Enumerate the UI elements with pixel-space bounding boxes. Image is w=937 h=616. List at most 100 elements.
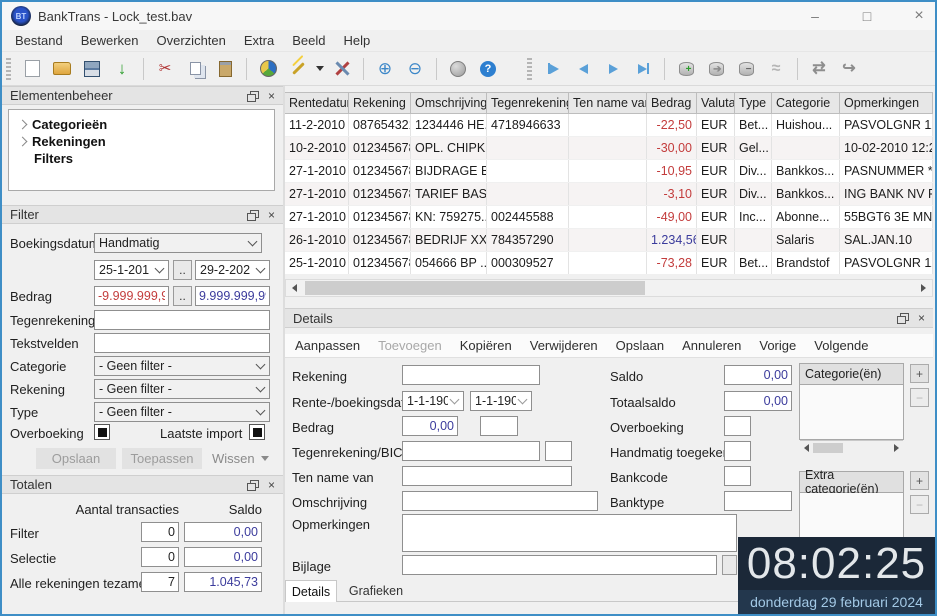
banktype-box[interactable] xyxy=(724,491,792,511)
minimize-button[interactable]: – xyxy=(798,2,832,30)
column-header[interactable]: Type xyxy=(735,92,772,114)
help-button[interactable]: ? xyxy=(473,56,503,82)
open-file-button[interactable] xyxy=(47,56,77,82)
tegenrekening-input[interactable] xyxy=(94,310,270,330)
wizard-button[interactable] xyxy=(283,56,313,82)
tree-item-rekeningen[interactable]: Rekeningen xyxy=(17,133,274,150)
charts-button[interactable] xyxy=(253,56,283,82)
extra-categorie-listbox[interactable] xyxy=(799,493,904,543)
action-volgende[interactable]: Volgende xyxy=(814,338,868,353)
tegenrekening-detail-input[interactable] xyxy=(402,441,540,461)
maximize-button[interactable]: □ xyxy=(850,2,884,30)
toolbar-grip[interactable] xyxy=(527,58,532,80)
column-header[interactable]: Bedrag xyxy=(647,92,697,114)
zoom-out-button[interactable]: ⊖ xyxy=(400,56,430,82)
rekening-filter-select[interactable]: - Geen filter - xyxy=(94,379,270,399)
table-row[interactable]: 27-1-2010012345678TARIEF BAS...-3,10EURD… xyxy=(285,183,933,205)
close-button[interactable]: × xyxy=(902,2,936,30)
action-opslaan[interactable]: Opslaan xyxy=(616,338,664,353)
merge-records-button[interactable]: ≈ xyxy=(761,56,791,82)
new-file-button[interactable] xyxy=(17,56,47,82)
bijlage-input[interactable] xyxy=(402,555,717,575)
wizard-dropdown-button[interactable] xyxy=(313,56,327,82)
action-aanpassen[interactable]: Aanpassen xyxy=(295,338,360,353)
scroll-right-icon[interactable] xyxy=(890,440,903,456)
add-record-button[interactable]: + xyxy=(671,56,701,82)
toepassen-filter-button[interactable]: Toepassen xyxy=(122,448,202,469)
scroll-left-icon[interactable] xyxy=(800,440,813,456)
first-record-button[interactable] xyxy=(538,56,568,82)
copy-button[interactable] xyxy=(180,56,210,82)
table-row[interactable]: 11-2-20100876543211234446 HE...471894663… xyxy=(285,114,933,136)
column-header[interactable]: Opmerkingen xyxy=(840,92,933,114)
web-button[interactable] xyxy=(443,56,473,82)
menu-extra[interactable]: Extra xyxy=(235,31,283,50)
date-range-button[interactable]: .. xyxy=(173,260,192,280)
tab-details[interactable]: Details xyxy=(285,580,337,602)
bedrag-max-input[interactable] xyxy=(195,286,270,306)
bic-input[interactable] xyxy=(545,441,572,461)
bedrag-detail-input[interactable] xyxy=(402,416,458,436)
remove-record-button[interactable]: − xyxy=(731,56,761,82)
scrollbar-thumb[interactable] xyxy=(305,281,645,295)
tree-item-categorieen[interactable]: Categorieën xyxy=(17,116,274,133)
close-panel-icon[interactable]: × xyxy=(268,479,275,491)
table-row[interactable]: 27-1-2010012345678BIJDRAGE B...-10,95EUR… xyxy=(285,160,933,182)
close-panel-icon[interactable]: × xyxy=(268,209,275,221)
scrollbar-thumb[interactable] xyxy=(813,443,843,453)
menu-help[interactable]: Help xyxy=(334,31,379,50)
column-header[interactable]: Omschrijving xyxy=(411,92,487,114)
table-horizontal-scrollbar[interactable] xyxy=(285,279,933,297)
laatste-import-checkbox[interactable] xyxy=(249,424,265,440)
omschrijving-input[interactable] xyxy=(402,491,598,511)
opmerkingen-textarea[interactable] xyxy=(402,514,737,552)
column-header[interactable]: Categorie xyxy=(772,92,840,114)
add-categorie-button[interactable]: + xyxy=(910,364,929,383)
menu-bewerken[interactable]: Bewerken xyxy=(72,31,148,50)
type-filter-select[interactable]: - Geen filter - xyxy=(94,402,270,422)
action-verwijderen[interactable]: Verwijderen xyxy=(530,338,598,353)
menu-beeld[interactable]: Beeld xyxy=(283,31,334,50)
overboeking-detail-box[interactable] xyxy=(724,416,751,436)
categorie-listbox[interactable] xyxy=(799,385,904,440)
boekingsdatum-detail-select[interactable]: 1-1-1900 xyxy=(470,391,532,411)
wissen-filter-button[interactable]: Wissen xyxy=(212,451,269,466)
bedrag-valuta-input[interactable] xyxy=(480,416,518,436)
column-header[interactable]: Valuta xyxy=(697,92,735,114)
import-button[interactable]: ↓ xyxy=(107,56,137,82)
column-header[interactable]: Tegenrekening xyxy=(487,92,569,114)
table-row[interactable]: 25-1-2010012345678054666 BP ...000309527… xyxy=(285,252,933,274)
bijlage-browse-button[interactable] xyxy=(722,555,737,575)
toolbar-grip[interactable] xyxy=(6,58,11,80)
overboeking-checkbox[interactable] xyxy=(94,424,110,440)
ten-name-van-input[interactable] xyxy=(402,466,572,486)
rekening-detail-input[interactable] xyxy=(402,365,540,385)
next-record-button[interactable] xyxy=(598,56,628,82)
tree-item-filters[interactable]: Filters xyxy=(17,150,274,167)
bedrag-range-button[interactable]: .. xyxy=(173,286,192,306)
export-button[interactable]: ↪ xyxy=(834,56,864,82)
boekingsdatum-select[interactable]: Handmatig xyxy=(94,233,262,253)
table-row[interactable]: 27-1-2010012345678KN: 759275...002445588… xyxy=(285,206,933,228)
rentedatum-select[interactable]: 1-1-1900 xyxy=(402,391,464,411)
bedrag-min-input[interactable] xyxy=(94,286,169,306)
scroll-right-icon[interactable] xyxy=(915,280,932,296)
close-panel-icon[interactable]: × xyxy=(918,312,925,324)
date-from-select[interactable]: 25-1-201 xyxy=(94,260,169,280)
column-header[interactable]: Rentedatum xyxy=(285,92,349,114)
action-annuleren[interactable]: Annuleren xyxy=(682,338,741,353)
opslaan-filter-button[interactable]: Opslaan xyxy=(36,448,116,469)
date-to-select[interactable]: 29-2-202 xyxy=(195,260,270,280)
refresh-button[interactable]: ⇄ xyxy=(804,56,834,82)
tekstvelden-input[interactable] xyxy=(94,333,270,353)
categorie-filter-select[interactable]: - Geen filter - xyxy=(94,356,270,376)
column-header[interactable]: Rekening xyxy=(349,92,411,114)
cut-button[interactable]: ✂ xyxy=(150,56,180,82)
float-panel-icon[interactable] xyxy=(247,210,258,220)
float-panel-icon[interactable] xyxy=(247,91,258,101)
chevron-right-icon[interactable] xyxy=(18,120,28,130)
add-extra-categorie-button[interactable]: + xyxy=(910,471,929,490)
zoom-in-button[interactable]: ⊕ xyxy=(370,56,400,82)
scroll-left-icon[interactable] xyxy=(286,280,303,296)
last-record-button[interactable] xyxy=(628,56,658,82)
